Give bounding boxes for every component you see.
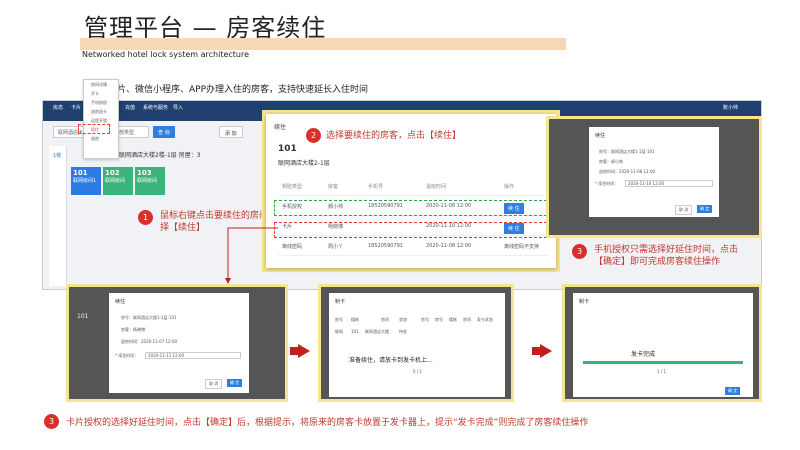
dialog-title: 制卡 bbox=[335, 299, 346, 305]
info-guest: 房客：郝小帅 bbox=[599, 159, 623, 164]
cell: 联网酒店大楼 bbox=[365, 329, 389, 334]
step3a-text: 手机授权只需选择好延住时间，点击【确定】即可完成房客续住操作 bbox=[594, 245, 739, 267]
info-checkout: 退房时间：2020-11-08 12:00 bbox=[599, 169, 656, 174]
dialog-title: 续住 bbox=[115, 299, 126, 305]
ok-button[interactable]: 确 定 bbox=[697, 205, 713, 213]
info-checkout: 退房时间：2020-11-07 12:00 bbox=[121, 339, 178, 344]
col-header: 楼栋 bbox=[351, 317, 359, 322]
card-issue-dialog: 制卡 房号 楼栋 房间 状态 联网 101 联网酒店大楼 待发 房号 房号 楼栋… bbox=[329, 293, 505, 397]
step3b-text: 卡片授权的选择好延住时间，点击【确定】后，根据提示，将原来的房客卡放置于发卡器上… bbox=[66, 418, 589, 428]
col-header: 房间 bbox=[381, 317, 389, 322]
modal-overlay: 制卡 房号 楼栋 房间 状态 联网 101 联网酒店大楼 待发 房号 房号 楼栋… bbox=[321, 287, 511, 399]
step-badge: 3 bbox=[572, 244, 587, 259]
dialog-title: 续住 bbox=[595, 133, 606, 139]
next-arrow-icon bbox=[540, 344, 552, 358]
cancel-button[interactable]: 取 消 bbox=[675, 205, 693, 215]
card-prompt: 准备续住，请放卡到发卡机上... bbox=[349, 357, 433, 364]
card-extend-frame: 101 续住 房号：联网酒店大楼1-1层-101 房客：杨晓博 退房时间：202… bbox=[66, 284, 288, 402]
room-number: 101 bbox=[77, 313, 89, 320]
col-header: 状态 bbox=[399, 317, 407, 322]
next-arrow-icon bbox=[298, 344, 310, 358]
cell: 联网 bbox=[335, 329, 343, 334]
modal-overlay: 101 续住 房号：联网酒店大楼1-1层-101 房客：杨晓博 退房时间：202… bbox=[69, 287, 285, 399]
extend-time-input[interactable]: 2020-11-11 12:00 bbox=[145, 352, 241, 359]
modal-overlay: 续住 房号：联网酒店大楼1-1层-101 房客：郝小帅 退房时间：2020-11… bbox=[549, 119, 759, 235]
extend-time-input[interactable]: 2020-11-10 12:00 bbox=[625, 180, 713, 187]
info-room: 房号：联网酒店大楼1-1层-101 bbox=[121, 315, 177, 320]
arrow-shaft bbox=[532, 347, 540, 355]
done-progress-bar bbox=[583, 361, 743, 364]
card-progress: 0 / 1 bbox=[413, 369, 422, 374]
col-header: 房间 bbox=[463, 317, 471, 322]
ok-button[interactable]: 确 定 bbox=[227, 379, 243, 387]
col-header: 楼栋 bbox=[449, 317, 457, 322]
info-room: 房号：联网酒店大楼1-1层-101 bbox=[599, 149, 655, 154]
card-issue-frame: 制卡 房号 楼栋 房间 状态 联网 101 联网酒店大楼 待发 房号 房号 楼栋… bbox=[318, 284, 514, 402]
cell: 待发 bbox=[399, 329, 407, 334]
col-header: 房号 bbox=[421, 317, 429, 322]
card-extend-dialog: 续住 房号：联网酒店大楼1-1层-101 房客：杨晓博 退房时间：2020-11… bbox=[109, 293, 249, 393]
phone-extend-frame: 续住 房号：联网酒店大楼1-1层-101 房客：郝小帅 退房时间：2020-11… bbox=[546, 116, 762, 238]
done-ok-button[interactable]: 确 定 bbox=[725, 387, 741, 395]
done-text: 发卡完成 bbox=[631, 351, 656, 358]
field-label: * 续住时间： bbox=[595, 181, 619, 186]
col-header: 房号 bbox=[435, 317, 443, 322]
cell: 101 bbox=[351, 329, 359, 334]
dialog-title: 制卡 bbox=[579, 299, 590, 305]
done-progress: 1 / 1 bbox=[657, 369, 666, 374]
cancel-button[interactable]: 取 消 bbox=[205, 379, 223, 389]
card-done-dialog: 制卡 发卡完成 1 / 1 确 定 bbox=[573, 293, 753, 397]
col-header: 房号 bbox=[335, 317, 343, 322]
modal-overlay: 制卡 发卡完成 1 / 1 确 定 bbox=[565, 287, 759, 399]
col-header: 发卡状态 bbox=[477, 317, 493, 322]
field-label: * 续住时间： bbox=[115, 353, 139, 358]
phone-extend-dialog: 续住 房号：联网酒店大楼1-1层-101 房客：郝小帅 退房时间：2020-11… bbox=[589, 127, 719, 217]
arrow-shaft bbox=[290, 347, 298, 355]
card-done-frame: 制卡 发卡完成 1 / 1 确 定 bbox=[562, 284, 762, 402]
step-badge: 3 bbox=[44, 414, 59, 429]
info-guest: 房客：杨晓博 bbox=[121, 327, 145, 332]
